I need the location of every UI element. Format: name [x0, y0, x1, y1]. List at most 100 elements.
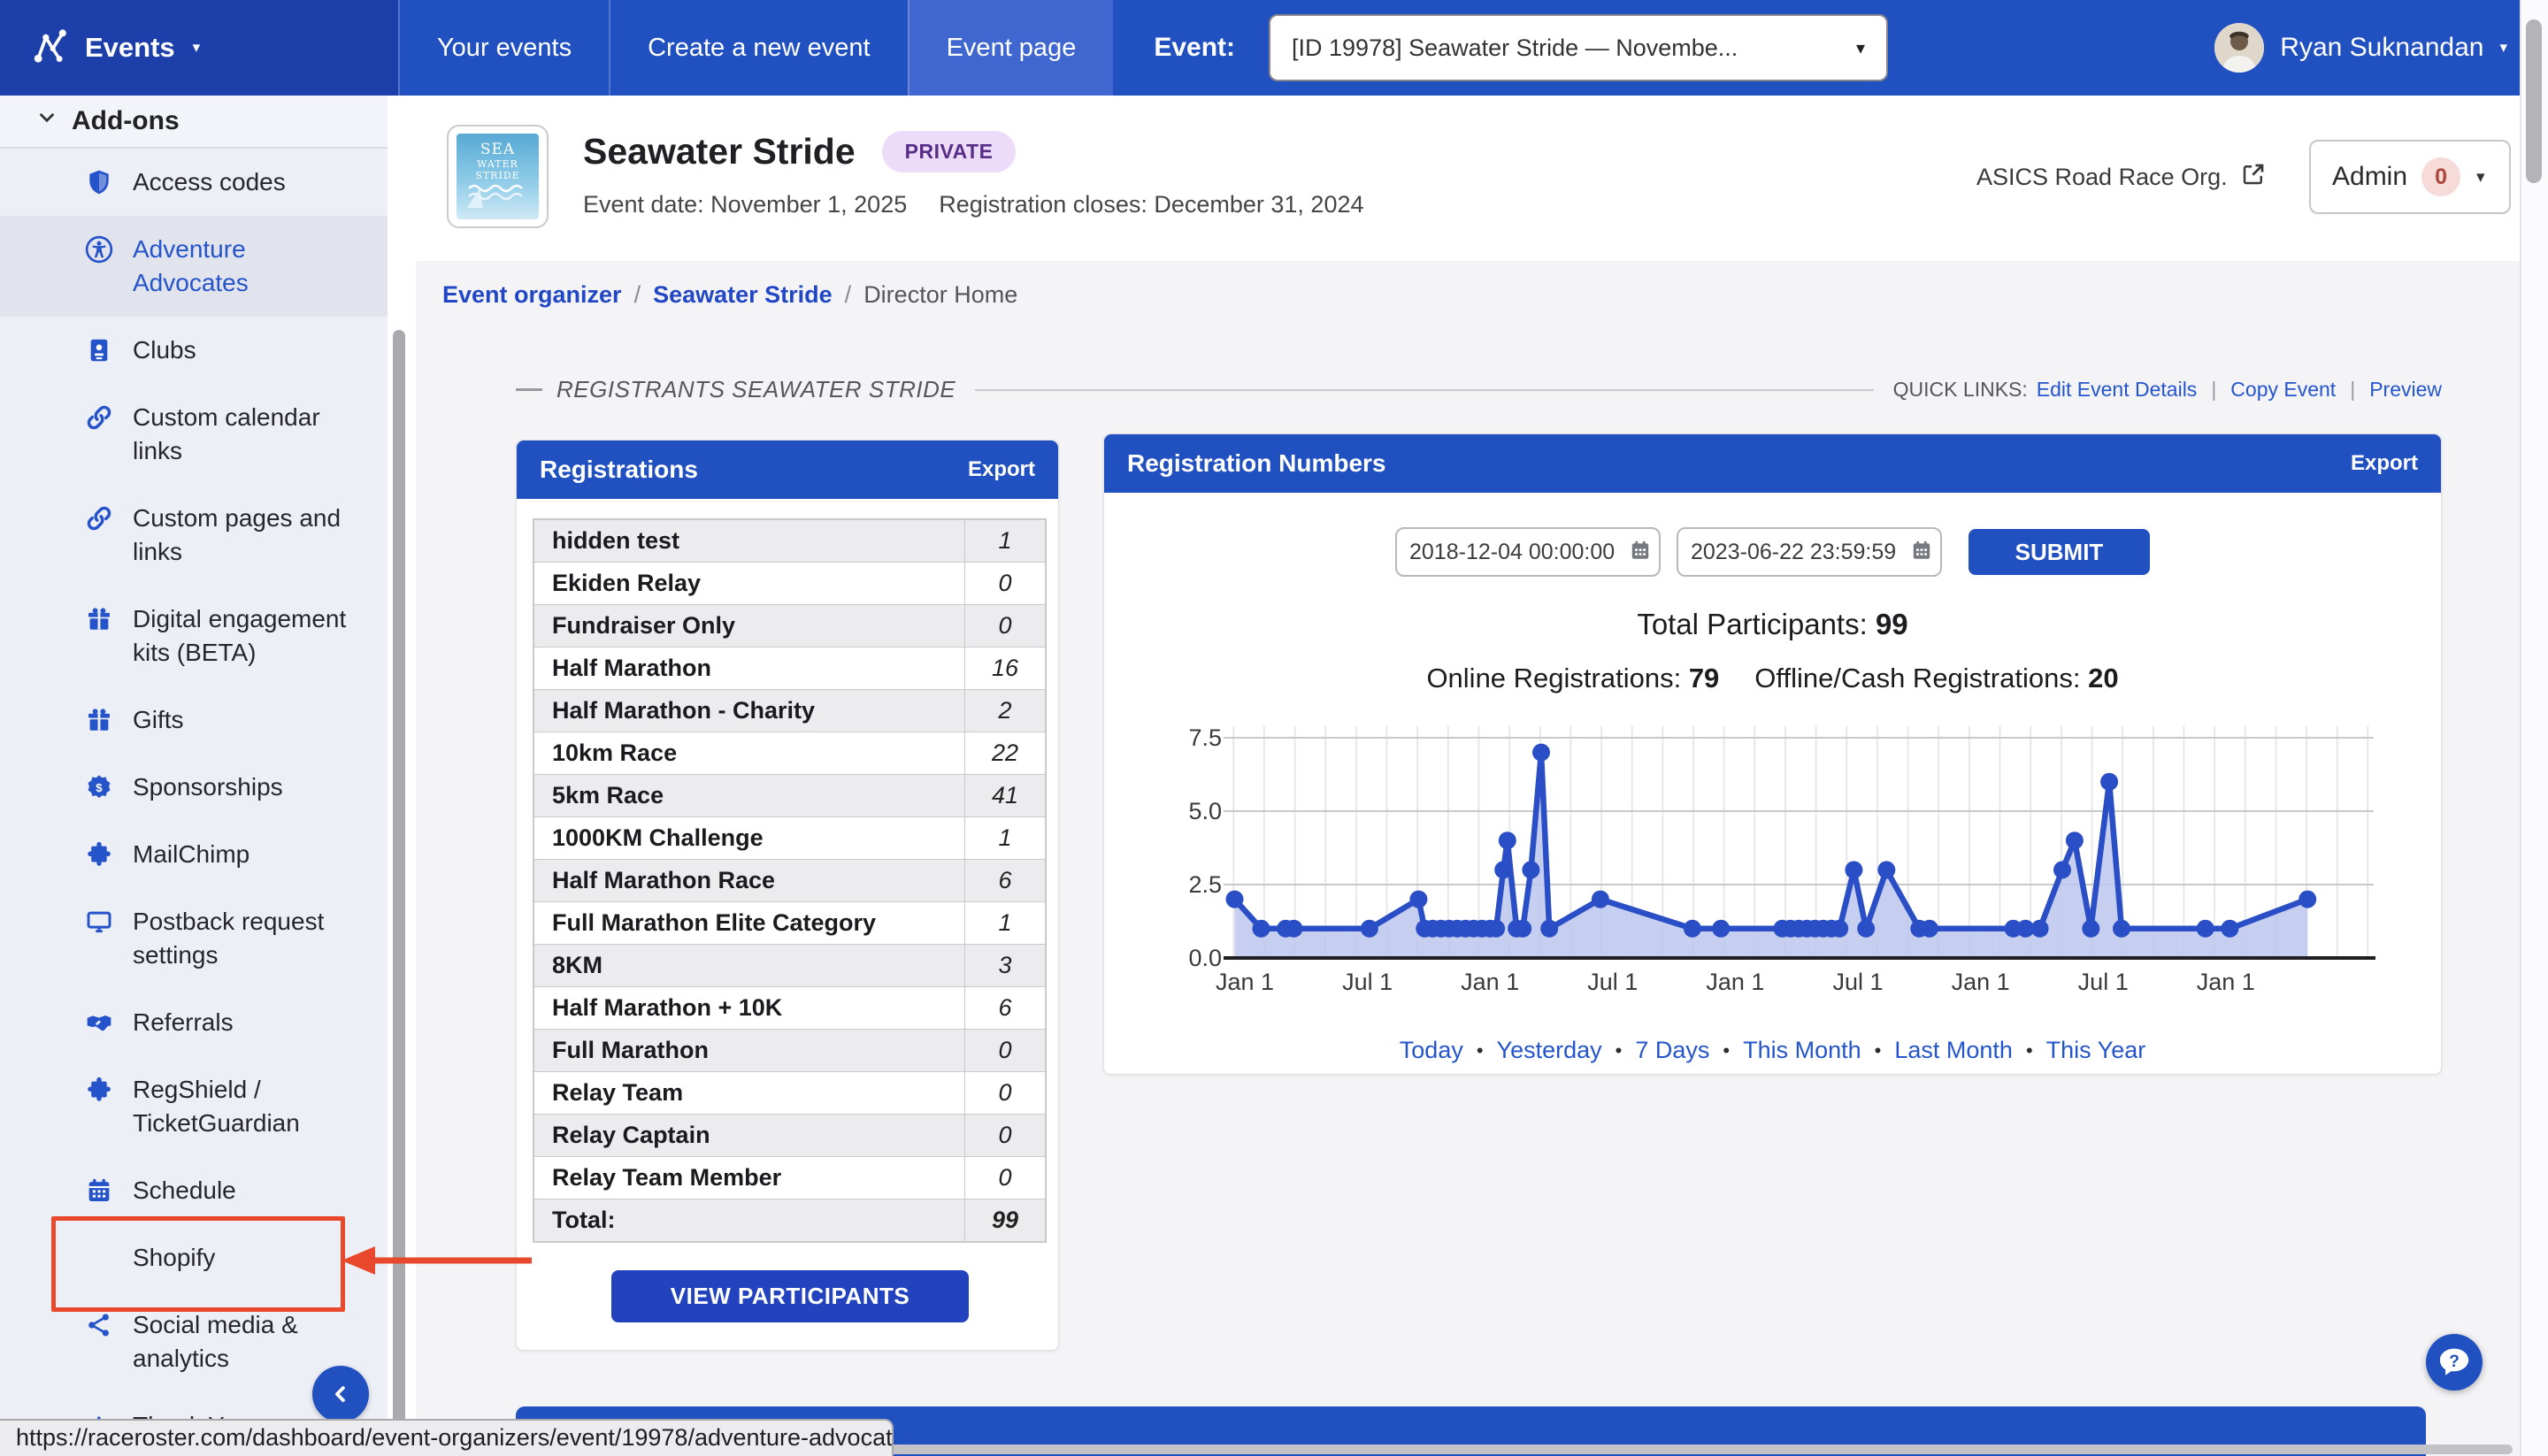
- range-link-today[interactable]: Today: [1400, 1037, 1463, 1064]
- sidebar-section-addons[interactable]: Add-ons: [0, 96, 388, 149]
- section-heading-row: REGISTRANTS SEAWATER STRIDE QUICK LINKS:…: [516, 376, 2442, 403]
- date-to-input[interactable]: [1677, 527, 1942, 577]
- date-from-input[interactable]: [1395, 527, 1661, 577]
- table-row-10km-race: 10km Race 22: [534, 732, 1045, 775]
- quick-link-edit-event-details[interactable]: Edit Event Details: [2037, 378, 2198, 402]
- sidebar-item-custom-calendar-links[interactable]: Custom calendar links: [0, 384, 388, 485]
- breadcrumb-event-organizer[interactable]: Event organizer: [442, 281, 622, 309]
- sidebar-item-schedule[interactable]: Schedule: [0, 1157, 388, 1224]
- sidebar-item-sponsorships[interactable]: $ Sponsorships: [0, 754, 388, 821]
- link-separator: •: [1615, 1038, 1623, 1061]
- sidebar-item-digital-engagement-kits-beta[interactable]: Digital engagement kits (BETA): [0, 586, 388, 686]
- submit-button[interactable]: SUBMIT: [1969, 529, 2150, 575]
- avatar: [2214, 23, 2265, 73]
- link-separator: •: [1723, 1038, 1731, 1061]
- category-label: Relay Team: [552, 1079, 684, 1106]
- sidebar-item-mailchimp[interactable]: MailChimp: [0, 821, 388, 888]
- breadcrumb-seawater-stride[interactable]: Seawater Stride: [653, 281, 833, 309]
- category-label: Half Marathon Race: [552, 867, 776, 893]
- sidebar-item-adventure-advocates[interactable]: Adventure Advocates: [0, 216, 388, 317]
- quick-links-separator: |: [2211, 378, 2217, 401]
- category-count: 22: [964, 732, 1045, 774]
- category-count: 3: [964, 945, 1045, 986]
- brand-label: Events: [85, 32, 175, 63]
- main-scrollbar-track[interactable]: [2520, 0, 2548, 1456]
- range-link-this-year[interactable]: This Year: [2046, 1037, 2146, 1064]
- nav-item-event-page[interactable]: Event page: [907, 0, 1114, 96]
- accessibility-icon: [85, 235, 115, 265]
- table-row-full-marathon: Full Marathon 0: [534, 1030, 1045, 1072]
- quick-link-copy-event[interactable]: Copy Event: [2230, 378, 2336, 402]
- breadcrumb-separator: /: [844, 281, 852, 308]
- nav-item-create-a-new-event[interactable]: Create a new event: [609, 0, 907, 96]
- category-count: 1: [964, 817, 1045, 859]
- svg-text:Jul 1: Jul 1: [1832, 969, 1883, 995]
- event-date: Event date: November 1, 2025: [583, 191, 908, 218]
- help-button[interactable]: ?: [2426, 1334, 2483, 1391]
- id-card-icon: [85, 336, 115, 366]
- waves-graphic: [466, 184, 523, 208]
- nav-item-your-events[interactable]: Your events: [398, 0, 609, 96]
- main-scrollbar-thumb[interactable]: [2526, 19, 2542, 183]
- sidebar-item-regshield-ticketguardian[interactable]: RegShield / TicketGuardian: [0, 1056, 388, 1157]
- sidebar-section-label: Add-ons: [72, 106, 180, 135]
- sidebar-collapse-button[interactable]: [312, 1366, 369, 1422]
- table-row-fundraiser-only: Fundraiser Only 0: [534, 605, 1045, 648]
- chevron-down-icon: [35, 106, 58, 136]
- registration-numbers-export-link[interactable]: Export: [2351, 451, 2418, 476]
- svg-text:0.0: 0.0: [1188, 945, 1222, 971]
- sidebar-item-postback-request-settings[interactable]: Postback request settings: [0, 888, 388, 989]
- sidebar-item-custom-pages-and-links[interactable]: Custom pages and links: [0, 485, 388, 586]
- quick-link-preview[interactable]: Preview: [2369, 378, 2442, 402]
- category-count: 6: [964, 860, 1045, 901]
- admin-count-badge: 0: [2421, 157, 2461, 196]
- table-row-half-marathon-10k: Half Marathon + 10K 6: [534, 987, 1045, 1030]
- user-menu[interactable]: Ryan Suknandan ▾: [2214, 0, 2507, 96]
- registration-numbers-title: Registration Numbers: [1127, 449, 1386, 477]
- category-label: Full Marathon Elite Category: [552, 909, 877, 936]
- event-logo-poster: SEA WATER STRIDE: [457, 134, 539, 219]
- admin-label: Admin: [2332, 162, 2408, 191]
- admin-dropdown[interactable]: Admin 0 ▾: [2309, 140, 2511, 214]
- category-label: 5km Race: [552, 782, 664, 808]
- total-count: 99: [964, 1199, 1045, 1241]
- category-count: 0: [964, 1115, 1045, 1156]
- puzzle-icon: [85, 840, 115, 870]
- event-label: Event:: [1154, 33, 1236, 62]
- sidebar-item-clubs[interactable]: Clubs: [0, 317, 388, 384]
- quick-links-separator: |: [2350, 378, 2356, 401]
- range-link-7-days[interactable]: 7 Days: [1635, 1037, 1709, 1064]
- logo-line: WATER: [477, 158, 518, 170]
- event-dates: Event date: November 1, 2025 Registratio…: [583, 191, 1364, 218]
- online-registrations: Online Registrations: 79: [1426, 663, 1720, 694]
- table-row-hidden-test: hidden test 1: [534, 520, 1045, 563]
- range-link-this-month[interactable]: This Month: [1743, 1037, 1861, 1064]
- sidebar-item-access-codes[interactable]: Access codes: [0, 149, 388, 216]
- range-link-yesterday[interactable]: Yesterday: [1497, 1037, 1602, 1064]
- sidebar-item-referrals[interactable]: Referrals: [0, 989, 388, 1056]
- range-link-last-month[interactable]: Last Month: [1894, 1037, 2013, 1064]
- table-row-half-marathon-charity: Half Marathon - Charity 2: [534, 690, 1045, 732]
- brand[interactable]: Events ▾: [0, 0, 398, 96]
- category-count: 2: [964, 690, 1045, 732]
- sidebar-item-label: Gifts: [133, 706, 184, 733]
- view-participants-button[interactable]: VIEW PARTICIPANTS: [611, 1270, 969, 1322]
- table-row-full-marathon-elite-category: Full Marathon Elite Category 1: [534, 902, 1045, 945]
- breadcrumb-separator: /: [633, 281, 641, 308]
- category-label: Full Marathon: [552, 1037, 709, 1063]
- total-participants-value: 99: [1875, 608, 1908, 640]
- table-row-8km: 8KM 3: [534, 945, 1045, 987]
- sidebar-item-label: Schedule: [133, 1176, 236, 1204]
- category-count: 0: [964, 605, 1045, 647]
- sidebar-item-label: Sponsorships: [133, 773, 283, 801]
- logo-line: STRIDE: [475, 170, 520, 181]
- svg-text:Jan 1: Jan 1: [1216, 969, 1274, 995]
- category-count: 0: [964, 1030, 1045, 1071]
- category-label: 1000KM Challenge: [552, 824, 764, 851]
- registrations-export-link[interactable]: Export: [968, 457, 1035, 482]
- sidebar-scrollbar[interactable]: [393, 330, 405, 1456]
- svg-text:2.5: 2.5: [1188, 871, 1222, 898]
- sidebar-item-gifts[interactable]: Gifts: [0, 686, 388, 754]
- organizer-link[interactable]: ASICS Road Race Org.: [1976, 157, 2267, 196]
- event-selector[interactable]: [ID 19978] Seawater Stride — Novembe... …: [1269, 14, 1889, 81]
